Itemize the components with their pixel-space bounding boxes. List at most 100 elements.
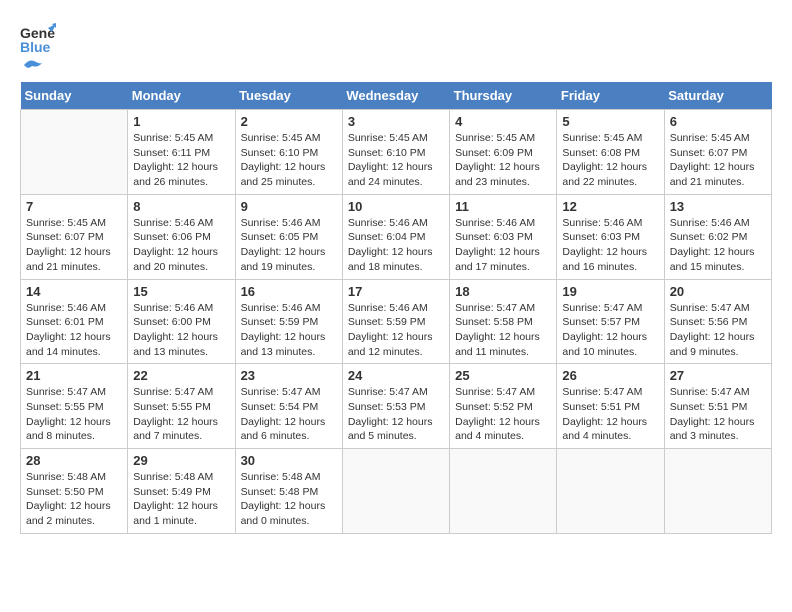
calendar-cell: 21 Sunrise: 5:47 AM Sunset: 5:55 PM Dayli…: [21, 364, 128, 449]
calendar-cell: 23 Sunrise: 5:47 AM Sunset: 5:54 PM Dayli…: [235, 364, 342, 449]
day-info: Sunrise: 5:45 AM Sunset: 6:10 PM Dayligh…: [348, 131, 444, 190]
day-number: 28: [26, 453, 122, 468]
day-info: Sunrise: 5:47 AM Sunset: 5:57 PM Dayligh…: [562, 301, 658, 360]
day-info: Sunrise: 5:47 AM Sunset: 5:52 PM Dayligh…: [455, 385, 551, 444]
calendar-cell: 1 Sunrise: 5:45 AM Sunset: 6:11 PM Daylig…: [128, 110, 235, 195]
day-info: Sunrise: 5:45 AM Sunset: 6:07 PM Dayligh…: [670, 131, 766, 190]
day-info: Sunrise: 5:46 AM Sunset: 6:03 PM Dayligh…: [562, 216, 658, 275]
header-wednesday: Wednesday: [342, 82, 449, 110]
day-number: 22: [133, 368, 229, 383]
calendar-cell: 5 Sunrise: 5:45 AM Sunset: 6:08 PM Daylig…: [557, 110, 664, 195]
calendar-cell: 9 Sunrise: 5:46 AM Sunset: 6:05 PM Daylig…: [235, 194, 342, 279]
day-info: Sunrise: 5:47 AM Sunset: 5:51 PM Dayligh…: [562, 385, 658, 444]
calendar-cell: 7Sunrise: 5:45 AM Sunset: 6:07 PM Daylig…: [21, 194, 128, 279]
day-number: 12: [562, 199, 658, 214]
calendar-cell: 3 Sunrise: 5:45 AM Sunset: 6:10 PM Daylig…: [342, 110, 449, 195]
day-info: Sunrise: 5:46 AM Sunset: 6:02 PM Dayligh…: [670, 216, 766, 275]
calendar-cell: 8 Sunrise: 5:46 AM Sunset: 6:06 PM Daylig…: [128, 194, 235, 279]
calendar-cell: 16Sunrise: 5:46 AM Sunset: 5:59 PM Dayli…: [235, 279, 342, 364]
calendar-cell: 24 Sunrise: 5:47 AM Sunset: 5:53 PM Dayli…: [342, 364, 449, 449]
day-info: Sunrise: 5:47 AM Sunset: 5:53 PM Dayligh…: [348, 385, 444, 444]
day-info: Sunrise: 5:47 AM Sunset: 5:51 PM Dayligh…: [670, 385, 766, 444]
day-number: 3: [348, 114, 444, 129]
day-number: 8: [133, 199, 229, 214]
day-number: 30: [241, 453, 337, 468]
day-number: 2: [241, 114, 337, 129]
day-info: Sunrise: 5:48 AM Sunset: 5:49 PM Dayligh…: [133, 470, 229, 529]
day-number: 27: [670, 368, 766, 383]
calendar-cell: 11Sunrise: 5:46 AM Sunset: 6:03 PM Dayli…: [450, 194, 557, 279]
day-info: Sunrise: 5:46 AM Sunset: 6:06 PM Dayligh…: [133, 216, 229, 275]
day-number: 15: [133, 284, 229, 299]
day-info: Sunrise: 5:48 AM Sunset: 5:50 PM Dayligh…: [26, 470, 122, 529]
day-number: 24: [348, 368, 444, 383]
week-row-1: 1 Sunrise: 5:45 AM Sunset: 6:11 PM Daylig…: [21, 110, 772, 195]
day-number: 1: [133, 114, 229, 129]
calendar-table: SundayMondayTuesdayWednesdayThursdayFrid…: [20, 82, 772, 534]
calendar-cell: [21, 110, 128, 195]
calendar-cell: 27 Sunrise: 5:47 AM Sunset: 5:51 PM Dayli…: [664, 364, 771, 449]
calendar-cell: 6 Sunrise: 5:45 AM Sunset: 6:07 PM Daylig…: [664, 110, 771, 195]
calendar-cell: 20Sunrise: 5:47 AM Sunset: 5:56 PM Dayli…: [664, 279, 771, 364]
day-number: 10: [348, 199, 444, 214]
day-info: Sunrise: 5:45 AM Sunset: 6:08 PM Dayligh…: [562, 131, 658, 190]
header-monday: Monday: [128, 82, 235, 110]
calendar-cell: [664, 449, 771, 534]
header-sunday: Sunday: [21, 82, 128, 110]
logo-icon: General Blue: [20, 20, 56, 56]
day-number: 26: [562, 368, 658, 383]
calendar-header: SundayMondayTuesdayWednesdayThursdayFrid…: [21, 82, 772, 110]
calendar-cell: 10 Sunrise: 5:46 AM Sunset: 6:04 PM Dayli…: [342, 194, 449, 279]
calendar-cell: 17Sunrise: 5:46 AM Sunset: 5:59 PM Dayli…: [342, 279, 449, 364]
day-number: 5: [562, 114, 658, 129]
day-info: Sunrise: 5:46 AM Sunset: 6:04 PM Dayligh…: [348, 216, 444, 275]
header-thursday: Thursday: [450, 82, 557, 110]
day-number: 21: [26, 368, 122, 383]
header-friday: Friday: [557, 82, 664, 110]
day-number: 14: [26, 284, 122, 299]
day-info: Sunrise: 5:45 AM Sunset: 6:10 PM Dayligh…: [241, 131, 337, 190]
calendar-cell: 15Sunrise: 5:46 AM Sunset: 6:00 PM Dayli…: [128, 279, 235, 364]
day-info: Sunrise: 5:47 AM Sunset: 5:55 PM Dayligh…: [26, 385, 122, 444]
day-number: 18: [455, 284, 551, 299]
calendar-cell: 28 Sunrise: 5:48 AM Sunset: 5:50 PM Dayli…: [21, 449, 128, 534]
day-info: Sunrise: 5:45 AM Sunset: 6:11 PM Dayligh…: [133, 131, 229, 190]
day-number: 6: [670, 114, 766, 129]
day-info: Sunrise: 5:47 AM Sunset: 5:54 PM Dayligh…: [241, 385, 337, 444]
day-number: 19: [562, 284, 658, 299]
calendar-body: 1 Sunrise: 5:45 AM Sunset: 6:11 PM Daylig…: [21, 110, 772, 534]
day-number: 23: [241, 368, 337, 383]
calendar-cell: 2 Sunrise: 5:45 AM Sunset: 6:10 PM Daylig…: [235, 110, 342, 195]
day-info: Sunrise: 5:48 AM Sunset: 5:48 PM Dayligh…: [241, 470, 337, 529]
calendar-cell: 19 Sunrise: 5:47 AM Sunset: 5:57 PM Dayli…: [557, 279, 664, 364]
calendar-cell: 14Sunrise: 5:46 AM Sunset: 6:01 PM Dayli…: [21, 279, 128, 364]
week-row-3: 14Sunrise: 5:46 AM Sunset: 6:01 PM Dayli…: [21, 279, 772, 364]
logo-bird-icon: [22, 58, 42, 72]
calendar-cell: 29 Sunrise: 5:48 AM Sunset: 5:49 PM Dayli…: [128, 449, 235, 534]
day-number: 16: [241, 284, 337, 299]
day-number: 4: [455, 114, 551, 129]
calendar-cell: [342, 449, 449, 534]
day-info: Sunrise: 5:45 AM Sunset: 6:09 PM Dayligh…: [455, 131, 551, 190]
calendar-cell: [450, 449, 557, 534]
day-number: 29: [133, 453, 229, 468]
day-number: 7: [26, 199, 122, 214]
calendar-cell: 12 Sunrise: 5:46 AM Sunset: 6:03 PM Dayli…: [557, 194, 664, 279]
header-tuesday: Tuesday: [235, 82, 342, 110]
logo: General Blue: [20, 20, 56, 72]
day-number: 9: [241, 199, 337, 214]
day-info: Sunrise: 5:47 AM Sunset: 5:56 PM Dayligh…: [670, 301, 766, 360]
calendar-cell: 22 Sunrise: 5:47 AM Sunset: 5:55 PM Dayli…: [128, 364, 235, 449]
day-info: Sunrise: 5:46 AM Sunset: 6:05 PM Dayligh…: [241, 216, 337, 275]
calendar-cell: 25 Sunrise: 5:47 AM Sunset: 5:52 PM Dayli…: [450, 364, 557, 449]
calendar-cell: 13Sunrise: 5:46 AM Sunset: 6:02 PM Dayli…: [664, 194, 771, 279]
calendar-cell: [557, 449, 664, 534]
day-info: Sunrise: 5:47 AM Sunset: 5:55 PM Dayligh…: [133, 385, 229, 444]
week-row-5: 28 Sunrise: 5:48 AM Sunset: 5:50 PM Dayli…: [21, 449, 772, 534]
day-number: 17: [348, 284, 444, 299]
day-number: 11: [455, 199, 551, 214]
day-info: Sunrise: 5:47 AM Sunset: 5:58 PM Dayligh…: [455, 301, 551, 360]
calendar-cell: 26 Sunrise: 5:47 AM Sunset: 5:51 PM Dayli…: [557, 364, 664, 449]
page-header: General Blue: [20, 20, 772, 72]
day-number: 25: [455, 368, 551, 383]
